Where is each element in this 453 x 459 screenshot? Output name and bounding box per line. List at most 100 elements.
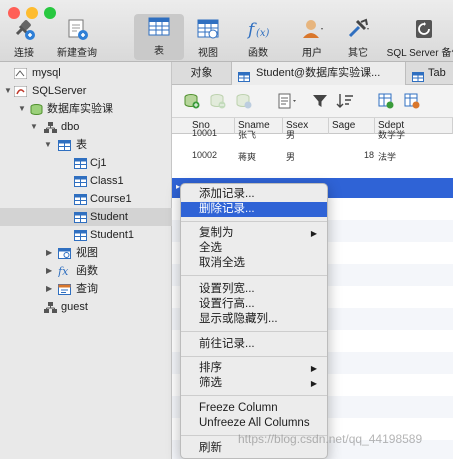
sidebar-item-label: Cj1 — [90, 157, 107, 169]
menu-item-copy-as[interactable]: 复制为 ▶ — [181, 226, 327, 241]
functions-button[interactable]: f (x) 函数 — [240, 16, 276, 62]
table-row[interactable] — [172, 170, 453, 178]
sidebar-item-table-cj1[interactable]: Cj1 — [0, 154, 172, 172]
tables-button[interactable]: 表 — [134, 14, 184, 60]
menu-separator — [181, 356, 327, 357]
sidebar-item-guest[interactable]: guest — [0, 298, 172, 316]
sidebar-item-table-course1[interactable]: Course1 — [0, 190, 172, 208]
sidebar-item-table-student[interactable]: Student — [0, 208, 172, 226]
chevron-right-icon[interactable]: ▶ — [46, 244, 52, 262]
chevron-down-icon[interactable]: ▼ — [18, 100, 26, 118]
discard-changes-icon[interactable] — [236, 93, 252, 109]
menu-item-label: 刷新 — [199, 442, 222, 454]
cell-sno[interactable]: 10002 — [192, 150, 217, 160]
new-query-button[interactable]: 新建查询 — [54, 16, 100, 62]
menu-item-freeze-column[interactable]: Freeze Column — [181, 401, 327, 416]
sqlserver-backup-label: SQL Server 备份 — [386, 48, 453, 59]
chevron-down-icon[interactable]: ▼ — [30, 118, 38, 136]
sidebar-item-queries-folder[interactable]: ▶ 查询 — [0, 280, 172, 298]
table-icon — [134, 14, 184, 40]
delete-record-icon[interactable] — [210, 93, 226, 109]
cell-sno[interactable]: 10001 — [192, 128, 217, 138]
sidebar-item-label: mysql — [32, 67, 61, 79]
menu-separator — [181, 331, 327, 332]
import-icon[interactable] — [378, 93, 394, 109]
table-row[interactable]: 10001 张飞 男 数学学 — [172, 128, 453, 140]
cell-sdept[interactable]: 数学学 — [378, 128, 405, 140]
views-folder-icon — [58, 247, 71, 259]
plug-connect-icon — [6, 16, 42, 42]
cell-sname[interactable]: 蒋爽 — [238, 150, 256, 163]
menu-item-delete-record[interactable]: 删除记录... — [181, 202, 327, 217]
menu-item-select-all[interactable]: 全选 — [181, 241, 327, 256]
menu-item-label: 取消全选 — [199, 257, 245, 269]
menu-item-sort[interactable]: 排序 ▶ — [181, 361, 327, 376]
sidebar-item-sqlserver[interactable]: ▼ SQLServer — [0, 82, 172, 100]
sidebar-item-label: 查询 — [76, 283, 98, 295]
tools-icon — [340, 16, 376, 42]
sqlserver-connection-icon — [13, 85, 28, 98]
others-button[interactable]: 其它 — [340, 16, 376, 62]
sidebar-item-mysql[interactable]: mysql — [0, 64, 172, 82]
table-row[interactable]: 10002 蒋爽 男 18 法学 — [172, 145, 453, 167]
svg-text:(x): (x) — [256, 28, 270, 39]
view-icon — [190, 16, 226, 42]
cell-sage[interactable]: 18 — [364, 150, 374, 160]
new-query-icon — [54, 16, 100, 42]
menu-separator — [181, 395, 327, 396]
add-record-icon[interactable] — [184, 93, 200, 109]
tab-student-table[interactable]: Student@数据库实验课... — [232, 62, 406, 85]
views-button[interactable]: 视图 — [190, 16, 226, 62]
table-icon — [412, 68, 424, 85]
cell-sdept[interactable]: 法学 — [378, 150, 396, 163]
sidebar-item-table-student1[interactable]: Student1 — [0, 226, 172, 244]
table-icon — [74, 157, 87, 169]
chevron-right-icon[interactable]: ▶ — [46, 280, 52, 298]
chevron-down-icon[interactable]: ▼ — [44, 136, 52, 154]
sidebar-item-views-folder[interactable]: ▶ 视图 — [0, 244, 172, 262]
sidebar-item-dbo[interactable]: ▼ dbo — [0, 118, 172, 136]
tab-third[interactable]: Tab — [406, 62, 453, 85]
menu-item-deselect-all[interactable]: 取消全选 — [181, 256, 327, 271]
filter-icon[interactable] — [312, 93, 328, 109]
menu-item-set-column-width[interactable]: 设置列宽... — [181, 282, 327, 297]
submenu-arrow-icon: ▶ — [310, 364, 317, 373]
table-icon — [238, 68, 250, 85]
sidebar-item-database[interactable]: ▼ 数据库实验课 — [0, 100, 172, 118]
menu-item-label: 前往记录... — [199, 338, 255, 350]
mysql-connection-icon — [13, 67, 28, 80]
sidebar-item-label: 视图 — [76, 247, 98, 259]
connect-button[interactable]: 连接 — [6, 16, 42, 62]
menu-item-go-to-record[interactable]: 前往记录... — [181, 337, 327, 352]
export-icon[interactable] — [404, 93, 420, 109]
tab-bar: 对象 Student@数据库实验课... Tab — [172, 62, 453, 85]
cell-ssex[interactable]: 男 — [286, 128, 295, 140]
watermark: https://blog.csdn.net/qq_44198589 — [238, 432, 423, 446]
sidebar-item-table-class1[interactable]: Class1 — [0, 172, 172, 190]
functions-folder-icon: fx — [57, 265, 71, 278]
chevron-down-icon[interactable]: ▼ — [4, 82, 12, 100]
sidebar-item-label: guest — [61, 301, 88, 313]
sidebar-item-label: Student — [90, 211, 128, 223]
sidebar-item-tables-folder[interactable]: ▼ 表 — [0, 136, 172, 154]
tab-objects[interactable]: 对象 — [172, 62, 232, 85]
users-button[interactable]: 用户 — [294, 16, 330, 62]
menu-item-unfreeze-all-columns[interactable]: Unfreeze All Columns — [181, 416, 327, 431]
svg-text:fx: fx — [58, 265, 69, 277]
connect-label: 连接 — [14, 48, 34, 59]
menu-item-add-record[interactable]: 添加记录... — [181, 187, 327, 202]
sidebar-item-functions-folder[interactable]: ▶ fx 函数 — [0, 262, 172, 280]
menu-item-set-row-height[interactable]: 设置行高... — [181, 297, 327, 312]
menu-item-show-hide-columns[interactable]: 显示或隐藏列... — [181, 312, 327, 327]
menu-item-label: Freeze Column — [199, 402, 278, 414]
cell-ssex[interactable]: 男 — [286, 150, 295, 163]
cell-sname[interactable]: 张飞 — [238, 128, 256, 140]
sort-icon[interactable] — [336, 93, 353, 109]
menu-item-label: 显示或隐藏列... — [199, 313, 278, 325]
chevron-right-icon[interactable]: ▶ — [46, 262, 52, 280]
menu-item-filter[interactable]: 筛选 ▶ — [181, 376, 327, 391]
menu-item-label: 复制为 — [199, 227, 234, 239]
sqlserver-backup-button[interactable]: SQL Server 备份 — [384, 16, 453, 62]
schema-icon — [44, 121, 57, 133]
text-view-icon[interactable] — [278, 93, 296, 109]
